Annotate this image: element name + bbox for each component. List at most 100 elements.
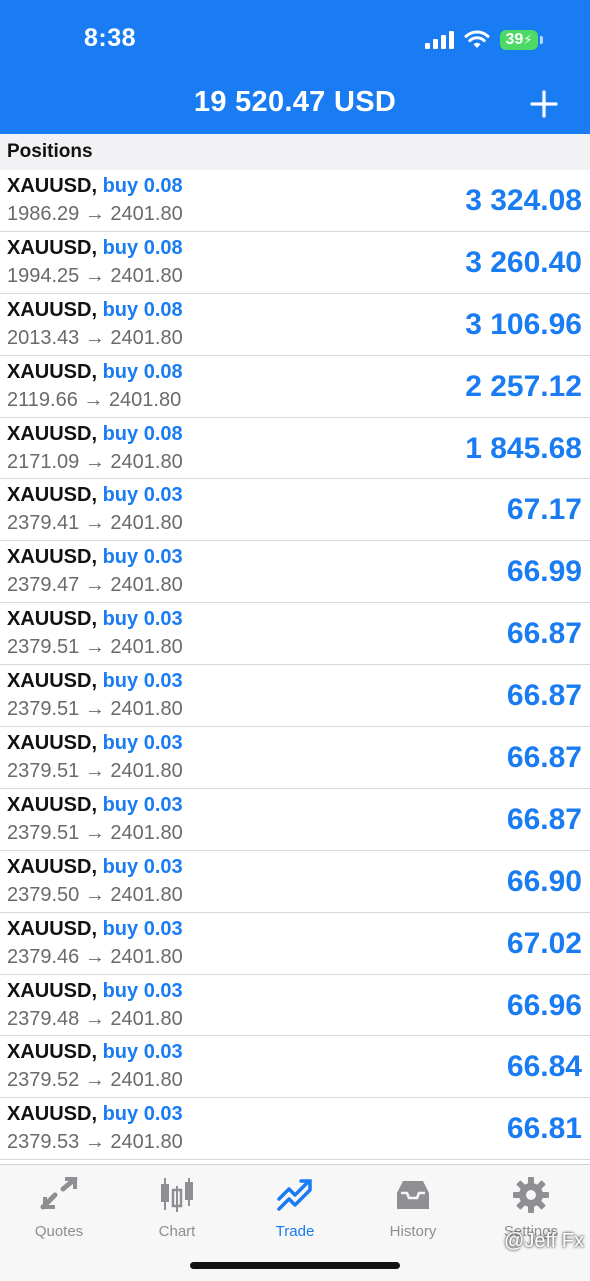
position-row[interactable]: XAUUSD, buy 0.03 2379.47 → 2401.80 66.99 (0, 541, 590, 604)
open-price: 2013.43 (7, 326, 80, 349)
position-symbol: XAUUSD, (7, 917, 98, 940)
arrow-icon: → (84, 264, 105, 287)
history-icon (397, 1181, 429, 1209)
arrow-icon: → (84, 574, 105, 597)
arrow-icon: → (84, 698, 105, 721)
position-prices: 1994.25 → 2401.80 (7, 265, 183, 288)
position-side-volume: buy 0.08 (102, 298, 183, 321)
arrow-icon: → (84, 1007, 105, 1030)
tab-chart[interactable]: Chart (118, 1175, 236, 1240)
position-symbol: XAUUSD, (7, 855, 98, 878)
position-prices: 2379.51 → 2401.80 (7, 636, 183, 659)
position-row[interactable]: XAUUSD, buy 0.08 2013.43 → 2401.80 3 106.9… (0, 294, 590, 356)
open-price: 2379.53 (7, 1131, 80, 1154)
cellular-signal-icon (425, 31, 454, 49)
position-profit: 66.99 (506, 555, 582, 589)
open-price: 2379.46 (7, 945, 80, 968)
open-price: 2119.66 (7, 388, 78, 411)
tab-trade[interactable]: Trade (236, 1175, 354, 1240)
position-prices: 2379.46 → 2401.80 (7, 946, 183, 969)
position-symbol: XAUUSD, (7, 1041, 98, 1064)
arrow-icon: → (84, 636, 105, 659)
position-prices: 2379.41 → 2401.80 (7, 512, 183, 535)
position-side-volume: buy 0.03 (102, 1041, 183, 1064)
current-price: 2401.80 (110, 760, 183, 783)
position-symbol: XAUUSD, (7, 360, 98, 383)
position-prices: 2013.43 → 2401.80 (7, 327, 183, 350)
position-symbol: XAUUSD, (7, 236, 98, 259)
position-symbol: XAUUSD, (7, 670, 98, 693)
position-symbol: XAUUSD, (7, 1103, 98, 1126)
arrow-icon: → (84, 821, 105, 844)
gear-icon (513, 1177, 549, 1213)
position-prices: 2171.09 → 2401.80 (7, 451, 183, 474)
position-row[interactable]: XAUUSD, buy 0.08 1994.25 → 2401.80 3 260.4… (0, 232, 590, 294)
position-profit: 67.02 (506, 926, 582, 960)
position-symbol: XAUUSD, (7, 422, 98, 445)
position-profit: 2 257.12 (465, 369, 582, 403)
positions-section-header: Positions (0, 134, 590, 170)
current-price: 2401.80 (110, 698, 183, 721)
current-price: 2401.80 (110, 326, 183, 349)
position-prices: 2119.66 → 2401.80 (7, 389, 181, 412)
position-symbol: XAUUSD, (7, 298, 98, 321)
position-side-volume: buy 0.03 (102, 1103, 183, 1126)
arrow-icon: → (84, 450, 105, 473)
position-side-volume: buy 0.03 (102, 979, 183, 1002)
status-icons: 39 ⚡ (425, 28, 543, 52)
current-price: 2401.80 (110, 1007, 183, 1030)
tab-label: Chart (158, 1223, 196, 1240)
position-symbol: XAUUSD, (7, 175, 98, 197)
battery-level: 39 (505, 31, 524, 48)
position-prices: 2379.50 → 2401.80 (7, 884, 183, 907)
position-title: XAUUSD, buy 0.03 (7, 1041, 183, 1064)
position-row[interactable]: XAUUSD, buy 0.03 2379.51 → 2401.80 66.87 (0, 665, 590, 728)
position-symbol: XAUUSD, (7, 484, 98, 507)
position-row[interactable]: XAUUSD, buy 0.08 2119.66 → 2401.80 2 257.1… (0, 356, 590, 418)
position-prices: 2379.47 → 2401.80 (7, 574, 183, 597)
arrow-icon: → (84, 512, 105, 535)
position-row[interactable]: XAUUSD, buy 0.03 2379.50 → 2401.80 66.90 (0, 851, 590, 913)
position-symbol: XAUUSD, (7, 979, 98, 1002)
position-symbol: XAUUSD, (7, 732, 98, 755)
tab-history[interactable]: History (354, 1175, 472, 1240)
position-title: XAUUSD, buy 0.08 (7, 299, 183, 322)
wifi-icon (464, 30, 490, 48)
watermark: @Jeff Fx (504, 1230, 584, 1252)
position-title: XAUUSD, buy 0.08 (7, 423, 183, 446)
current-price: 2401.80 (110, 264, 183, 287)
position-row[interactable]: XAUUSD, buy 0.03 2379.48 → 2401.80 66.96 (0, 975, 590, 1037)
position-title: XAUUSD, buy 0.08 (7, 175, 183, 198)
position-title: XAUUSD, buy 0.03 (7, 980, 183, 1003)
position-row[interactable]: XAUUSD, buy 0.03 2379.41 → 2401.80 67.17 (0, 479, 590, 542)
trade-icon (277, 1179, 312, 1211)
position-profit: 66.96 (506, 988, 582, 1022)
position-prices: 2379.51 → 2401.80 (7, 698, 183, 721)
position-profit: 66.87 (506, 679, 582, 713)
position-prices: 2379.51 → 2401.80 (7, 822, 183, 845)
position-symbol: XAUUSD, (7, 608, 98, 631)
position-row[interactable]: XAUUSD, buy 0.08 2171.09 → 2401.80 1 845.6… (0, 418, 590, 480)
current-price: 2401.80 (108, 388, 182, 411)
status-time: 8:38 (84, 24, 137, 52)
position-row[interactable]: XAUUSD, buy 0.03 2379.52 → 2401.80 66.84 (0, 1036, 590, 1099)
position-row[interactable]: XAUUSD, buy 0.03 2379.51 → 2401.80 66.87 (0, 727, 590, 789)
position-row[interactable]: XAUUSD, buy 0.03 2379.51 → 2401.80 66.87 (0, 789, 590, 851)
arrow-icon: → (84, 1131, 105, 1154)
new-order-button[interactable] (526, 86, 562, 122)
position-row[interactable]: XAUUSD, buy 0.08 1986.29 → 2401.80 3 324.0… (0, 170, 590, 232)
position-side-volume: buy 0.03 (102, 546, 183, 569)
arrow-icon: → (83, 388, 104, 411)
arrow-icon: → (84, 760, 105, 783)
tab-quotes[interactable]: Quotes (0, 1175, 118, 1240)
position-side-volume: buy 0.08 (102, 422, 183, 445)
position-title: XAUUSD, buy 0.03 (7, 1103, 183, 1126)
open-price: 2379.47 (7, 574, 80, 597)
plus-icon (530, 90, 558, 118)
open-price: 1986.29 (7, 203, 80, 225)
position-row[interactable]: XAUUSD, buy 0.03 2379.51 → 2401.80 66.87 (0, 603, 590, 666)
position-title: XAUUSD, buy 0.03 (7, 546, 183, 569)
position-profit: 66.87 (506, 617, 582, 651)
position-row[interactable]: XAUUSD, buy 0.03 2379.53 → 2401.80 66.81 (0, 1098, 590, 1161)
position-row[interactable]: XAUUSD, buy 0.03 2379.46 → 2401.80 67.02 (0, 913, 590, 975)
